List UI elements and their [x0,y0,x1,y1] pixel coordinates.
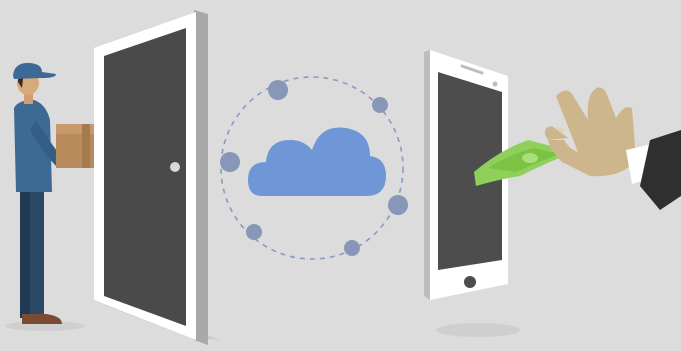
orbit-node [220,152,240,172]
person-leg-front [30,188,44,318]
person-shoe [22,314,62,324]
orbit-node [268,80,288,100]
phone-side [424,50,430,300]
door-knob [170,162,180,172]
orbit-node [372,97,388,113]
suit-sleeve [640,130,681,210]
cloud-network [220,76,408,260]
delivery-person [13,62,107,324]
phone-camera [492,81,498,87]
orbit-node [246,224,262,240]
door-icon [94,10,208,345]
cloud-icon [248,127,386,196]
door-wall [194,10,208,345]
hand-icon [544,87,681,210]
illustration-canvas [0,0,681,351]
hand-thumb [544,126,568,140]
door-panel [104,28,186,326]
floor-shadow-phone [436,323,520,337]
phone-home-button [464,276,476,288]
orbit-node [388,195,408,215]
orbit-node [344,240,360,256]
cap-icon [13,62,56,79]
